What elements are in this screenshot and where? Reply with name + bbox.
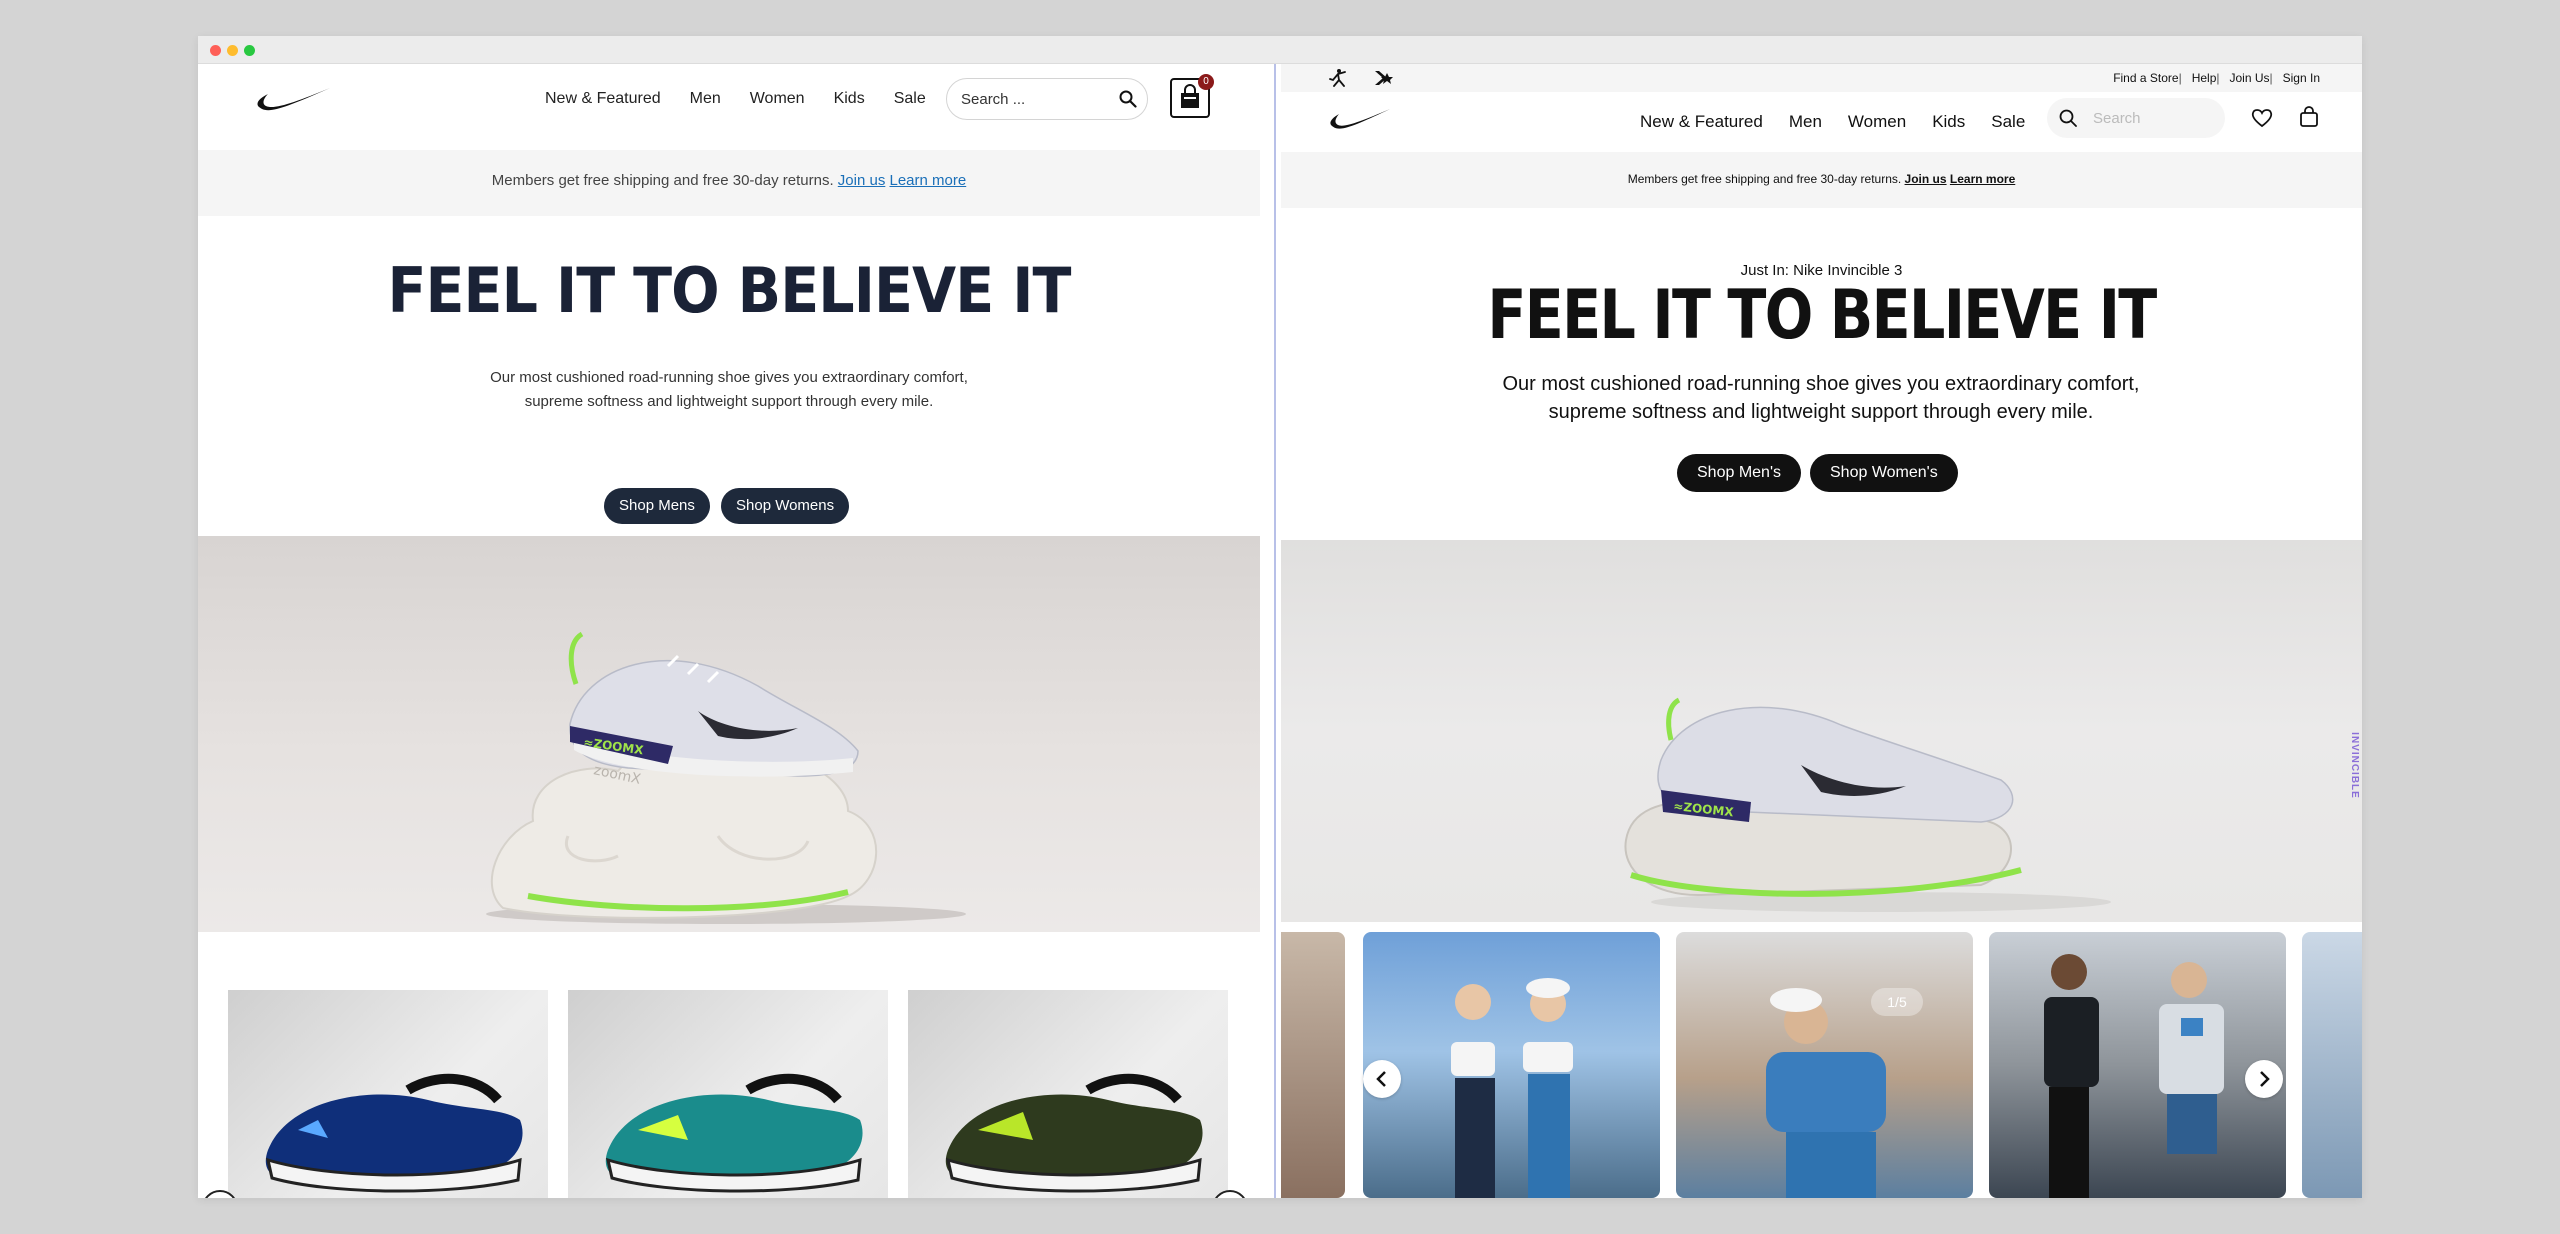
right-hero-subtitle-line1: Our most cushioned road-running shoe giv… [1502, 373, 2140, 395]
right-hero-subtitle-line2: supreme softness and lightweight support… [1548, 401, 2094, 423]
side-brand-label: INVINCIBLE [2344, 540, 2361, 922]
utility-separator: | [2269, 71, 2273, 85]
carousel-photo[interactable] [1363, 932, 1660, 1198]
right-member-banner: Members get free shipping and free 30-da… [1281, 152, 2362, 208]
right-carousel-next-button[interactable] [2245, 1060, 2283, 1098]
shopping-bag-icon[interactable] [2299, 106, 2319, 128]
shoe-on-foam-illustration: zoomX ≈ZOOMX [486, 631, 966, 924]
right-hero-subtitle: Our most cushioned road-running shoe giv… [1481, 370, 2161, 426]
left-banner-text: Members get free shipping and free 30-da… [492, 172, 966, 189]
left-carousel-prev-button[interactable] [202, 1190, 238, 1198]
product-card[interactable] [568, 990, 888, 1198]
right-hero-title: FEEL IT TO BELIEVE IT [1487, 276, 2157, 355]
join-us-link[interactable]: Join Us [2230, 71, 2270, 85]
right-banner-message: Members get free shipping and free 30-da… [1627, 172, 1902, 186]
window-titlebar [198, 36, 2362, 64]
left-pane-recreation: New & Featured Men Women Kids Sale Searc… [198, 64, 1260, 1198]
utility-links: Find a Store | Help | Join Us | Sign In [2113, 71, 2320, 85]
nav-link-women[interactable]: Women [1848, 112, 1906, 132]
invincible-shoe-illustration: ≈ZOOMX [1624, 697, 2111, 912]
nav-link-sale[interactable]: Sale [894, 90, 926, 108]
chevron-right-icon [2260, 1071, 2270, 1087]
chevron-left-icon [1376, 1071, 1386, 1087]
nav-link-men[interactable]: Men [1789, 112, 1822, 132]
minimize-window-button[interactable] [227, 45, 238, 56]
left-search-input[interactable]: Search ... [946, 78, 1148, 120]
right-banner-text: Members get free shipping and free 30-da… [1628, 172, 2016, 186]
carousel-photo[interactable] [2302, 932, 2362, 1198]
nav-link-kids[interactable]: Kids [834, 90, 865, 108]
left-hero-subtitle-line2: supreme softness and lightweight support… [524, 393, 934, 410]
left-hero-subtitle-line1: Our most cushioned road-running shoe giv… [490, 369, 968, 386]
right-pane-original: Find a Store | Help | Join Us | Sign In … [1281, 64, 2362, 1198]
carousel-photo[interactable] [1989, 932, 2286, 1198]
right-hero-image: ≈ZOOMX INVINCIBLE [1281, 540, 2362, 922]
nav-link-kids[interactable]: Kids [1932, 112, 1965, 132]
right-photo-carousel: 1/5 [1281, 932, 2362, 1198]
maximize-window-button[interactable] [244, 45, 255, 56]
carousel-photo[interactable] [1676, 932, 1973, 1198]
left-member-banner: Members get free shipping and free 30-da… [198, 150, 1260, 216]
right-join-us-link[interactable]: Join us [1905, 172, 1947, 186]
teal-running-shoe-illustration [605, 1073, 863, 1193]
close-window-button[interactable] [210, 45, 221, 56]
utility-separator: | [2178, 71, 2182, 85]
nav-link-men[interactable]: Men [690, 90, 721, 108]
left-product-carousel [198, 932, 1260, 1198]
nav-link-new-featured[interactable]: New & Featured [545, 90, 661, 108]
left-hero-title: FEEL IT TO BELIEVE IT [387, 254, 1071, 327]
right-main-nav: New & Featured Men Women Kids Sale [1640, 112, 2051, 132]
nike-swoosh-icon[interactable] [256, 84, 332, 114]
left-shop-womens-button[interactable]: Shop Womens [721, 488, 850, 524]
left-shop-mens-button[interactable]: Shop Mens [604, 488, 710, 524]
left-learn-more-link[interactable]: Learn more [890, 172, 967, 189]
chevron-left-icon [204, 1192, 236, 1198]
left-search-placeholder: Search ... [961, 91, 1026, 108]
right-shop-womens-button[interactable]: Shop Women's [1810, 454, 1958, 492]
left-carousel-next-button[interactable] [1212, 1190, 1248, 1198]
side-brand-text: INVINCIBLE [2349, 732, 2361, 799]
left-header-nav: New & Featured Men Women Kids Sale Searc… [198, 64, 1260, 150]
left-join-us-link[interactable]: Join us [838, 172, 886, 189]
nav-link-sale[interactable]: Sale [1991, 112, 2025, 132]
hugging-runners-photo-illustration [1766, 988, 1886, 1198]
right-learn-more-link[interactable]: Learn more [1950, 172, 2015, 186]
help-link[interactable]: Help [2192, 71, 2217, 85]
utility-bar: Find a Store | Help | Join Us | Sign In [1281, 64, 2362, 92]
heart-icon[interactable] [2251, 108, 2273, 128]
right-search-placeholder: Search [2093, 110, 2141, 127]
running-men-photo-illustration [2044, 954, 2224, 1198]
cart-count-badge: 0 [1198, 74, 1214, 90]
sign-in-link[interactable]: Sign In [2283, 71, 2320, 85]
nike-swoosh-icon[interactable] [1329, 106, 1391, 132]
right-search-input[interactable]: Search [2047, 98, 2225, 138]
right-shop-mens-button[interactable]: Shop Men's [1677, 454, 1801, 492]
right-carousel-prev-button[interactable] [1363, 1060, 1401, 1098]
find-store-link[interactable]: Find a Store [2113, 71, 2178, 85]
olive-running-shoe-illustration [945, 1073, 1203, 1193]
product-card[interactable] [908, 990, 1228, 1198]
product-card[interactable] [228, 990, 548, 1198]
search-icon[interactable] [1119, 90, 1137, 108]
left-hero-subtitle: Our most cushioned road-running shoe giv… [479, 366, 979, 414]
blue-running-shoe-illustration [265, 1073, 523, 1193]
browser-window: New & Featured Men Women Kids Sale Searc… [198, 36, 2362, 1198]
runners-photo-illustration [1451, 978, 1573, 1198]
nav-link-women[interactable]: Women [750, 90, 805, 108]
pane-divider[interactable] [1274, 64, 1276, 1198]
left-banner-message: Members get free shipping and free 30-da… [491, 172, 834, 189]
right-header-nav: New & Featured Men Women Kids Sale Searc… [1281, 92, 2362, 152]
chevron-right-icon [1214, 1192, 1246, 1198]
carousel-photo[interactable] [1281, 932, 1345, 1198]
search-icon [2059, 109, 2077, 127]
nav-link-new-featured[interactable]: New & Featured [1640, 112, 1763, 132]
converse-star-icon[interactable] [1373, 69, 1395, 87]
left-main-nav: New & Featured Men Women Kids Sale [545, 90, 955, 108]
carousel-counter: 1/5 [1871, 988, 1923, 1016]
jordan-jumpman-icon[interactable] [1329, 68, 1347, 88]
utility-separator: | [2216, 71, 2220, 85]
left-hero-image: zoomX ≈ZOOMX [198, 536, 1260, 932]
